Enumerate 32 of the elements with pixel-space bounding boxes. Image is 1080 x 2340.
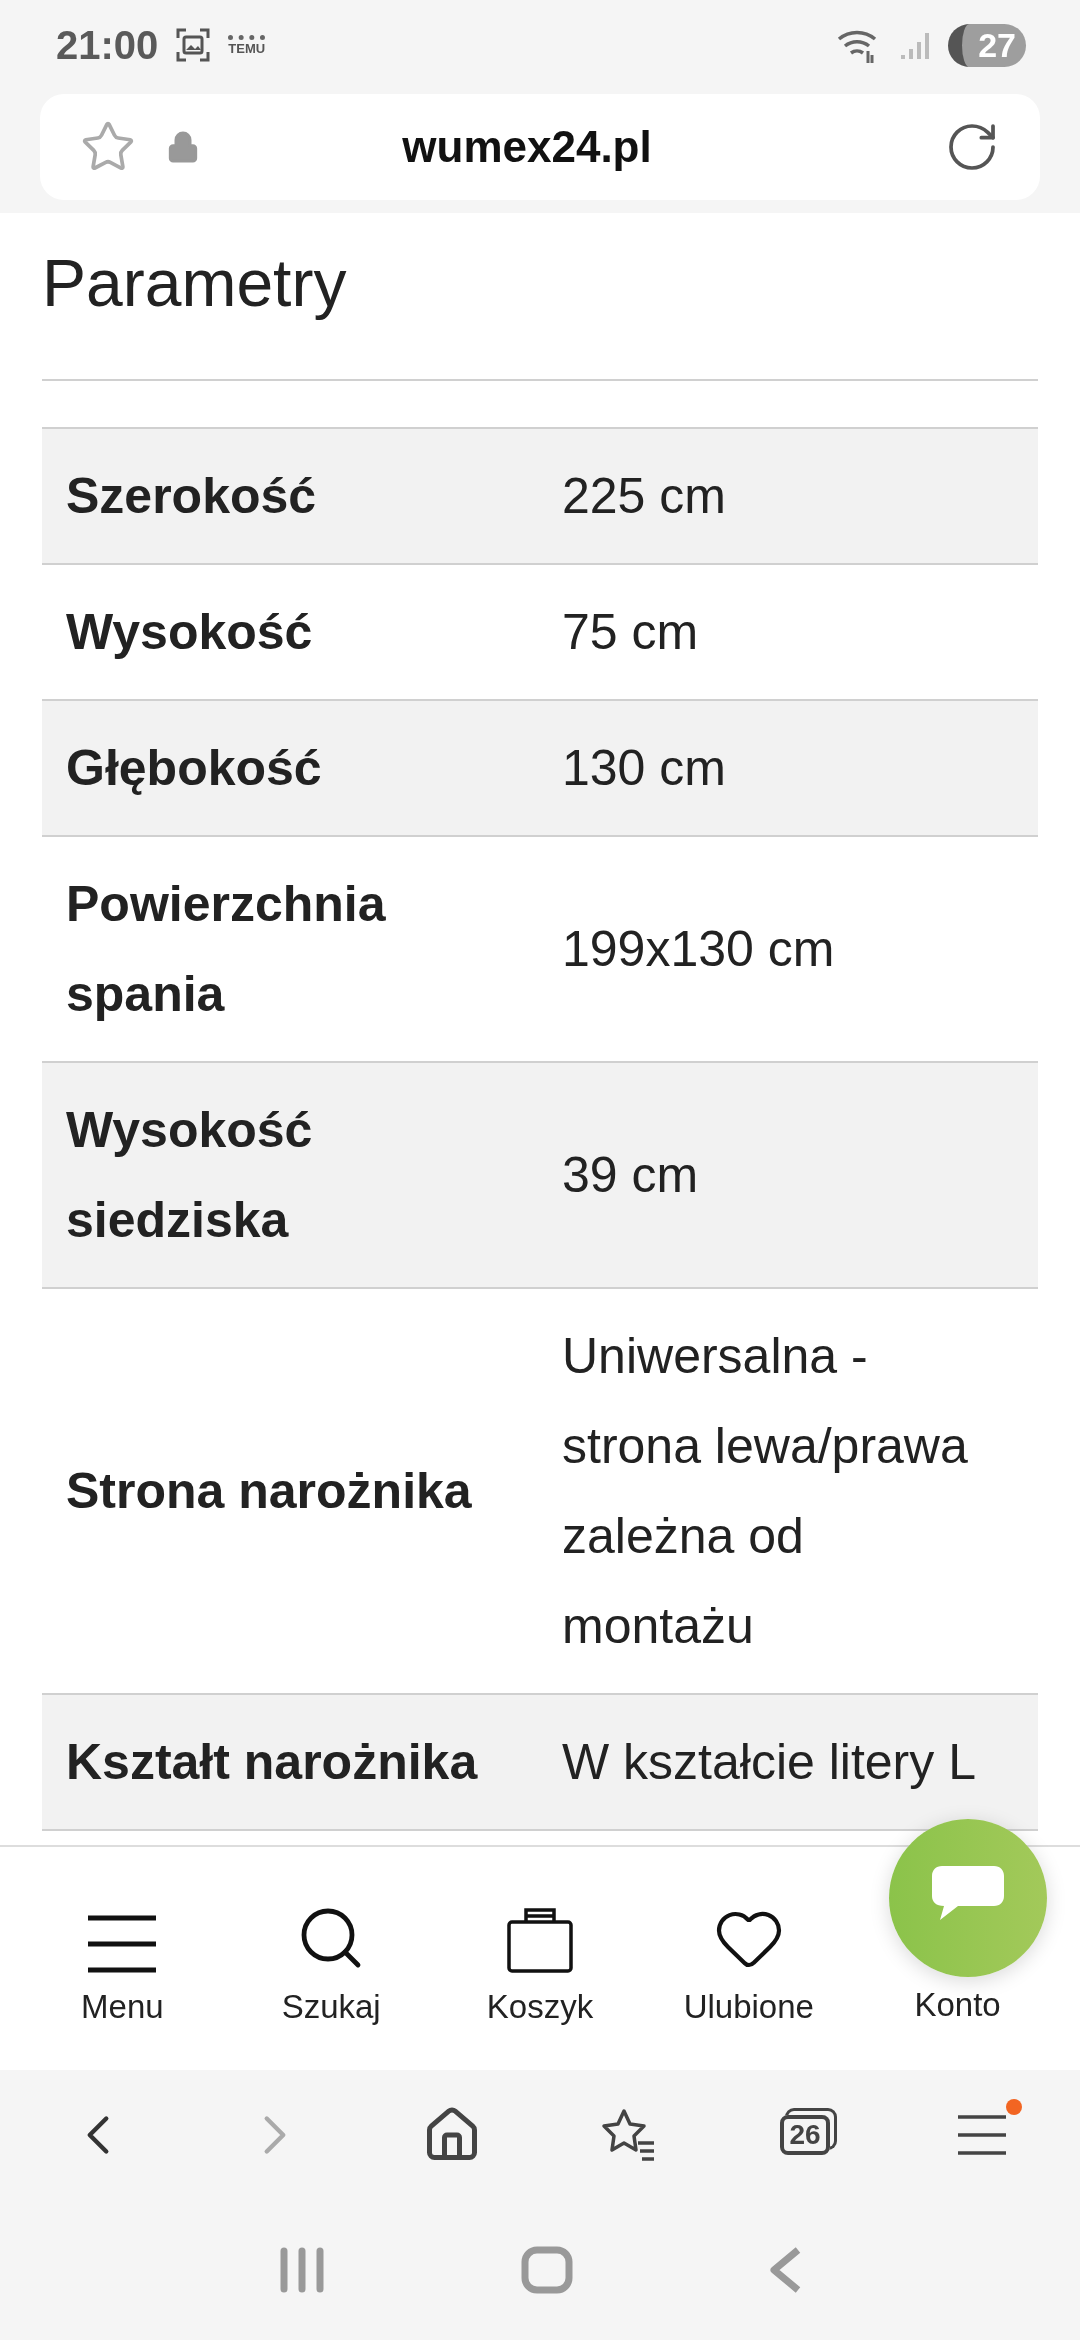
screenshot-icon (176, 28, 211, 62)
nav-item[interactable]: Szukaj (281, 1891, 381, 2026)
parameter-value: 225 cm (562, 467, 727, 526)
parameter-name: Wysokość (65, 603, 314, 662)
parameter-name: Szerokość (65, 467, 318, 526)
address-bar[interactable]: wumex24.pl (40, 94, 1040, 200)
shopping-bag-icon (506, 1905, 574, 1974)
parameter-value: W kształcie litery L (562, 1733, 977, 1792)
tabs-button[interactable]: 26 (766, 2101, 844, 2169)
lock-icon (166, 130, 200, 164)
nav-item[interactable]: Koszyk (486, 1891, 594, 2026)
section-title: Parametry (42, 245, 348, 322)
parameter-name: Powierzchnia spania (65, 875, 387, 1024)
status-time: 21:00 (56, 22, 159, 68)
parameter-name: Kształt narożnika (65, 1733, 479, 1792)
parameter-name: Głębokość (65, 739, 323, 798)
parameter-value: 199x130 cm (562, 920, 836, 979)
nav-item[interactable]: Menu (81, 1891, 164, 2026)
menu-icon (86, 1913, 159, 1974)
system-back-icon[interactable] (768, 2246, 803, 2294)
battery-level: 27 (948, 23, 1026, 67)
parameter-value: Uniwersalna - strona lewa/prawa zależna od montażu (562, 1327, 969, 1656)
parameter-name: Wysokość siedziska (65, 1101, 314, 1250)
page-url: wumex24.pl (401, 122, 653, 172)
notification-label: TEMU (228, 35, 266, 55)
parameter-value: 130 cm (562, 739, 727, 798)
nav-item[interactable]: Konto (914, 1986, 1001, 2024)
parameter-value: 75 cm (562, 603, 700, 662)
menu-icon (955, 2113, 1008, 2157)
parameter-name: Strona narożnika (65, 1462, 473, 1521)
nav-item[interactable]: Ulubione (683, 1891, 814, 2026)
parameter-value: 39 cm (562, 1146, 700, 1205)
